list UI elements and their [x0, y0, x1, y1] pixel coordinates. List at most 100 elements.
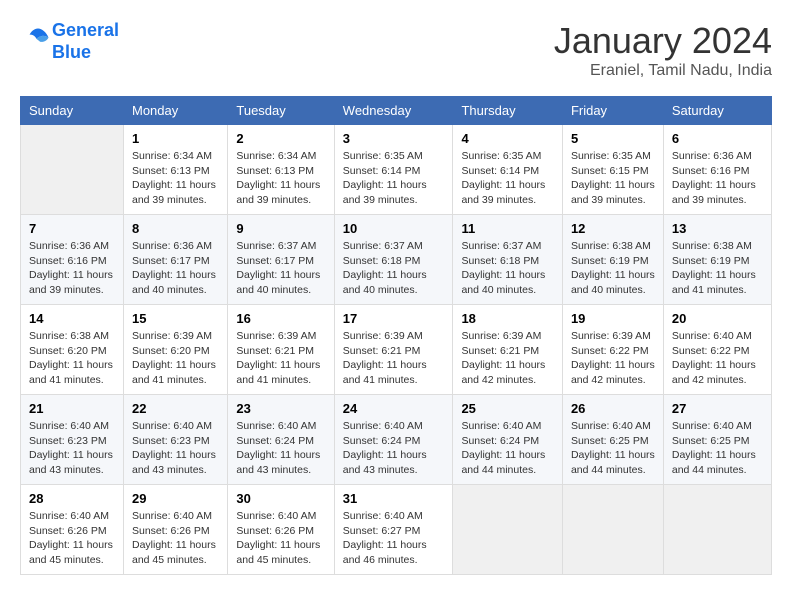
calendar-week-row: 14Sunrise: 6:38 AMSunset: 6:20 PMDayligh…	[21, 305, 772, 395]
calendar-cell: 22 Sunrise: 6:40 AMSunset: 6:23 PMDayligh…	[124, 395, 228, 485]
cell-details: Sunrise: 6:40 AMSunset: 6:27 PMDaylight:…	[343, 509, 445, 568]
calendar-table: SundayMondayTuesdayWednesdayThursdayFrid…	[20, 96, 772, 575]
calendar-cell: 14Sunrise: 6:38 AMSunset: 6:20 PMDayligh…	[21, 305, 124, 395]
cell-details: Sunrise: 6:40 AMSunset: 6:26 PMDaylight:…	[236, 509, 325, 568]
cell-details: Sunrise: 6:40 AMSunset: 6:23 PMDaylight:…	[29, 419, 115, 478]
day-number: 23	[236, 401, 325, 416]
day-number: 24	[343, 401, 445, 416]
cell-details: Sunrise: 6:40 AMSunset: 6:24 PMDaylight:…	[461, 419, 554, 478]
calendar-week-row: 21Sunrise: 6:40 AMSunset: 6:23 PMDayligh…	[21, 395, 772, 485]
cell-details: Sunrise: 6:39 AMSunset: 6:20 PMDaylight:…	[132, 329, 219, 388]
calendar-cell: 15 Sunrise: 6:39 AMSunset: 6:20 PMDayligh…	[124, 305, 228, 395]
day-number: 25	[461, 401, 554, 416]
weekday-header-monday: Monday	[124, 97, 228, 125]
cell-details: Sunrise: 6:35 AMSunset: 6:14 PMDaylight:…	[343, 149, 445, 208]
calendar-cell: 18Sunrise: 6:39 AMSunset: 6:21 PMDayligh…	[453, 305, 563, 395]
calendar-cell: 12 Sunrise: 6:38 AMSunset: 6:19 PMDayligh…	[562, 215, 663, 305]
title-section: January 2024 Eraniel, Tamil Nadu, India	[554, 20, 772, 80]
day-number: 22	[132, 401, 219, 416]
cell-details: Sunrise: 6:38 AMSunset: 6:19 PMDaylight:…	[672, 239, 763, 298]
cell-details: Sunrise: 6:37 AMSunset: 6:17 PMDaylight:…	[236, 239, 325, 298]
cell-details: Sunrise: 6:40 AMSunset: 6:23 PMDaylight:…	[132, 419, 219, 478]
calendar-cell: 4Sunrise: 6:35 AMSunset: 6:14 PMDaylight…	[453, 125, 563, 215]
day-number: 1	[132, 131, 219, 146]
day-number: 11	[461, 221, 554, 236]
calendar-cell: 29 Sunrise: 6:40 AMSunset: 6:26 PMDayligh…	[124, 485, 228, 575]
cell-details: Sunrise: 6:39 AMSunset: 6:21 PMDaylight:…	[236, 329, 325, 388]
calendar-week-row: 28 Sunrise: 6:40 AMSunset: 6:26 PMDayligh…	[21, 485, 772, 575]
cell-details: Sunrise: 6:34 AMSunset: 6:13 PMDaylight:…	[132, 149, 219, 208]
calendar-cell: 31 Sunrise: 6:40 AMSunset: 6:27 PMDayligh…	[334, 485, 453, 575]
weekday-header-saturday: Saturday	[663, 97, 771, 125]
calendar-cell: 27Sunrise: 6:40 AMSunset: 6:25 PMDayligh…	[663, 395, 771, 485]
cell-details: Sunrise: 6:38 AMSunset: 6:19 PMDaylight:…	[571, 239, 655, 298]
day-number: 7	[29, 221, 115, 236]
month-title: January 2024	[554, 20, 772, 62]
cell-details: Sunrise: 6:37 AMSunset: 6:18 PMDaylight:…	[461, 239, 554, 298]
day-number: 16	[236, 311, 325, 326]
calendar-cell: 26 Sunrise: 6:40 AMSunset: 6:25 PMDayligh…	[562, 395, 663, 485]
cell-details: Sunrise: 6:40 AMSunset: 6:22 PMDaylight:…	[672, 329, 763, 388]
calendar-cell: 21Sunrise: 6:40 AMSunset: 6:23 PMDayligh…	[21, 395, 124, 485]
day-number: 8	[132, 221, 219, 236]
calendar-cell: 30 Sunrise: 6:40 AMSunset: 6:26 PMDayligh…	[228, 485, 334, 575]
day-number: 28	[29, 491, 115, 506]
weekday-header-thursday: Thursday	[453, 97, 563, 125]
cell-details: Sunrise: 6:36 AMSunset: 6:16 PMDaylight:…	[29, 239, 115, 298]
calendar-cell: 16 Sunrise: 6:39 AMSunset: 6:21 PMDayligh…	[228, 305, 334, 395]
calendar-cell: 2 Sunrise: 6:34 AMSunset: 6:13 PMDaylight…	[228, 125, 334, 215]
calendar-cell: 17Sunrise: 6:39 AMSunset: 6:21 PMDayligh…	[334, 305, 453, 395]
day-number: 31	[343, 491, 445, 506]
cell-details: Sunrise: 6:34 AMSunset: 6:13 PMDaylight:…	[236, 149, 325, 208]
calendar-week-row: 7 Sunrise: 6:36 AMSunset: 6:16 PMDaylight…	[21, 215, 772, 305]
day-number: 15	[132, 311, 219, 326]
weekday-header-tuesday: Tuesday	[228, 97, 334, 125]
cell-details: Sunrise: 6:40 AMSunset: 6:24 PMDaylight:…	[236, 419, 325, 478]
day-number: 3	[343, 131, 445, 146]
logo: General Blue	[20, 20, 119, 63]
cell-details: Sunrise: 6:40 AMSunset: 6:26 PMDaylight:…	[132, 509, 219, 568]
cell-details: Sunrise: 6:40 AMSunset: 6:25 PMDaylight:…	[571, 419, 655, 478]
day-number: 14	[29, 311, 115, 326]
calendar-cell	[453, 485, 563, 575]
day-number: 26	[571, 401, 655, 416]
weekday-header-sunday: Sunday	[21, 97, 124, 125]
day-number: 18	[461, 311, 554, 326]
cell-details: Sunrise: 6:36 AMSunset: 6:17 PMDaylight:…	[132, 239, 219, 298]
day-number: 19	[571, 311, 655, 326]
location-title: Eraniel, Tamil Nadu, India	[554, 62, 772, 80]
page-header: General Blue January 2024 Eraniel, Tamil…	[20, 20, 772, 80]
day-number: 5	[571, 131, 655, 146]
day-number: 29	[132, 491, 219, 506]
calendar-cell	[562, 485, 663, 575]
weekday-header-friday: Friday	[562, 97, 663, 125]
calendar-cell: 13 Sunrise: 6:38 AMSunset: 6:19 PMDayligh…	[663, 215, 771, 305]
calendar-cell: 9 Sunrise: 6:37 AMSunset: 6:17 PMDaylight…	[228, 215, 334, 305]
weekday-header-row: SundayMondayTuesdayWednesdayThursdayFrid…	[21, 97, 772, 125]
cell-details: Sunrise: 6:35 AMSunset: 6:15 PMDaylight:…	[571, 149, 655, 208]
cell-details: Sunrise: 6:40 AMSunset: 6:25 PMDaylight:…	[672, 419, 763, 478]
cell-details: Sunrise: 6:39 AMSunset: 6:22 PMDaylight:…	[571, 329, 655, 388]
cell-details: Sunrise: 6:40 AMSunset: 6:26 PMDaylight:…	[29, 509, 115, 568]
cell-details: Sunrise: 6:37 AMSunset: 6:18 PMDaylight:…	[343, 239, 445, 298]
weekday-header-wednesday: Wednesday	[334, 97, 453, 125]
cell-details: Sunrise: 6:36 AMSunset: 6:16 PMDaylight:…	[672, 149, 763, 208]
day-number: 10	[343, 221, 445, 236]
day-number: 9	[236, 221, 325, 236]
logo-text: General Blue	[52, 20, 119, 63]
day-number: 13	[672, 221, 763, 236]
day-number: 4	[461, 131, 554, 146]
day-number: 30	[236, 491, 325, 506]
calendar-cell: 1 Sunrise: 6:34 AMSunset: 6:13 PMDaylight…	[124, 125, 228, 215]
cell-details: Sunrise: 6:40 AMSunset: 6:24 PMDaylight:…	[343, 419, 445, 478]
calendar-cell: 23 Sunrise: 6:40 AMSunset: 6:24 PMDayligh…	[228, 395, 334, 485]
day-number: 12	[571, 221, 655, 236]
day-number: 20	[672, 311, 763, 326]
calendar-cell	[21, 125, 124, 215]
calendar-cell	[663, 485, 771, 575]
day-number: 2	[236, 131, 325, 146]
calendar-cell: 19 Sunrise: 6:39 AMSunset: 6:22 PMDayligh…	[562, 305, 663, 395]
calendar-cell: 6Sunrise: 6:36 AMSunset: 6:16 PMDaylight…	[663, 125, 771, 215]
day-number: 17	[343, 311, 445, 326]
calendar-cell: 8 Sunrise: 6:36 AMSunset: 6:17 PMDaylight…	[124, 215, 228, 305]
